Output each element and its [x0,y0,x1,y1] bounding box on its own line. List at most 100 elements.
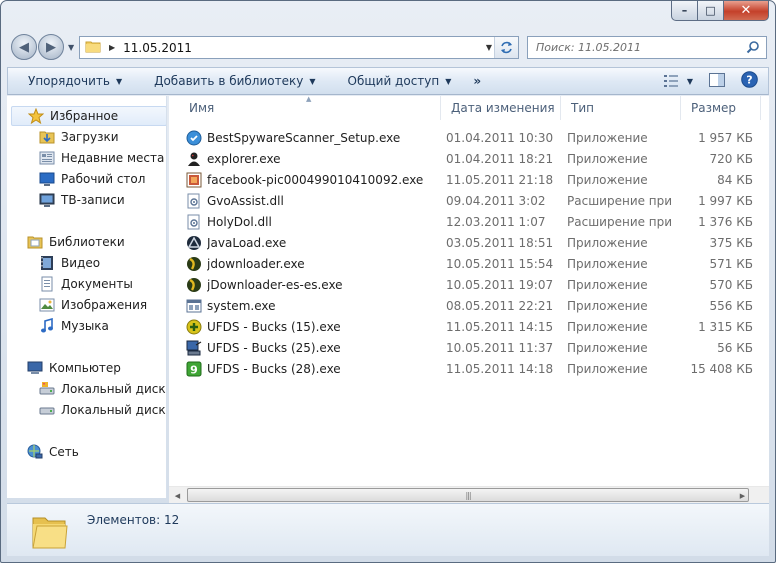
breadcrumb-chevron-icon[interactable]: ▶ [109,43,115,52]
sidebar-label: Рабочий стол [61,172,146,186]
sidebar-item-pictures[interactable]: Изображения [39,295,147,315]
file-size: 84 КБ [717,173,753,187]
file-row[interactable]: UFDS - Bucks (15).exe 11.05.2011 14:15 При… [183,317,759,338]
sidebar-item-libraries[interactable]: Библиотеки [27,232,125,252]
file-type: Приложение [567,173,648,187]
file-row[interactable]: jdownloader.exe 10.05.2011 15:54 Приложени… [183,254,759,275]
file-name: JavaLoad.exe [207,236,287,250]
column-header-date[interactable]: Дата изменения [441,96,561,120]
share-button[interactable]: Общий доступ ▼ [328,74,464,88]
address-history-dropdown[interactable]: ▼ [486,43,492,52]
file-row[interactable]: GvoAssist.dll 09.04.2011 3:02 Расширение п… [183,191,759,212]
help-button[interactable]: ? [741,71,758,91]
sidebar-item-local-disk-c[interactable]: Локальный диск (C [39,379,166,399]
file-name: UFDS - Bucks (15).exe [207,320,341,334]
sidebar-item-music[interactable]: Музыка [39,316,109,336]
computer-icon [186,340,202,356]
address-bar[interactable]: ▶ 11.05.2011 ▼ [79,36,519,59]
maximize-icon: □ [705,4,716,17]
arrow-left-icon: ◀ [19,39,29,55]
sidebar-item-network[interactable]: Сеть [27,442,79,462]
horizontal-scrollbar[interactable]: ◀ ||| ▶ [169,486,769,503]
column-header-size[interactable]: Размер [681,96,761,120]
caption-buttons: – □ ✕ [671,1,769,21]
file-row[interactable]: 9 UFDS - Bucks (28).exe 11.05.2011 14:18 Пр… [183,359,759,380]
file-row[interactable]: explorer.exe 01.04.2011 18:21 Приложение 72… [183,149,759,170]
scroll-left-icon[interactable]: ◀ [169,487,186,504]
downloads-folder-icon [39,129,55,145]
file-name: HolyDol.dll [207,215,272,229]
organize-button[interactable]: Упорядочить ▼ [8,74,134,88]
refresh-button[interactable] [494,37,518,58]
minimize-button[interactable]: – [671,1,698,21]
chevron-down-icon: ▼ [686,76,693,86]
preview-pane-icon [709,72,725,87]
scroll-thumb[interactable]: ||| [187,488,749,502]
file-row[interactable]: jDownloader-es-es.exe 10.05.2011 19:07 При… [183,275,759,296]
file-name: facebook-pic000499010410092.exe [207,173,424,187]
file-name: jdownloader.exe [207,257,305,271]
libraries-icon [27,234,43,250]
file-size: 15 408 КБ [690,362,753,376]
network-icon [27,444,43,460]
sidebar-label: Видео [61,256,101,270]
file-row[interactable]: system.exe 08.05.2011 22:21 Приложение 556 … [183,296,759,317]
file-row[interactable]: BestSpywareScanner_Setup.exe 01.04.2011 1… [183,128,759,149]
more-commands-button[interactable]: » [463,74,491,88]
command-bar: Упорядочить ▼ Добавить в библиотеку ▼ Общи… [7,67,769,95]
sidebar-item-video[interactable]: Видео [39,253,100,273]
navigation-bar: ◀ ▶ ▼ ▶ 11.05.2011 ▼ Поиск: 11.05.2011 [1,31,775,63]
sidebar-label: Компьютер [49,361,121,375]
file-type: Приложение [567,236,648,250]
refresh-icon [501,41,512,54]
pictures-icon [39,297,55,313]
address-path[interactable]: 11.05.2011 [123,41,192,55]
dll-icon [186,214,202,230]
file-row[interactable]: UFDS - Bucks (25).exe 10.05.2011 11:37 При… [183,338,759,359]
file-date-modified: 09.04.2011 3:02 [446,194,546,208]
file-name: system.exe [207,299,276,313]
change-view-button[interactable]: ▼ [663,74,693,88]
sidebar-item-computer[interactable]: Компьютер [27,358,121,378]
sidebar-item-documents[interactable]: Документы [39,274,133,294]
folder-icon [85,39,101,56]
add-to-library-button[interactable]: Добавить в библиотеку ▼ [134,74,327,88]
search-box[interactable]: Поиск: 11.05.2011 [527,36,767,59]
forward-button[interactable]: ▶ [38,34,64,60]
sidebar-item-downloads[interactable]: Загрузки [39,127,119,147]
file-row[interactable]: JavaLoad.exe 03.05.2011 18:51 Приложение 37… [183,233,759,254]
file-date-modified: 11.05.2011 14:15 [446,320,554,334]
file-row[interactable]: HolyDol.dll 12.03.2011 1:07 Расширение при… [183,212,759,233]
file-name: jDownloader-es-es.exe [207,278,343,292]
view-controls: ▼ ? [663,70,758,92]
file-size: 556 КБ [709,299,753,313]
sidebar-item-local-disk-d[interactable]: Локальный диск (D [39,400,166,420]
file-size: 1 315 КБ [698,320,753,334]
sidebar-label: Локальный диск (D [61,403,166,417]
sidebar-item-favorites[interactable]: Избранное [11,106,166,126]
sidebar-item-desktop[interactable]: Рабочий стол [39,169,145,189]
file-name: UFDS - Bucks (25).exe [207,341,341,355]
help-icon: ? [741,71,758,88]
globe-icon [186,277,202,293]
file-size: 1 957 КБ [698,131,753,145]
file-type: Приложение [567,362,648,376]
file-type: Расширение при... [567,194,673,208]
search-placeholder[interactable]: Поиск: 11.05.2011 [536,41,641,54]
file-row[interactable]: facebook-pic000499010410092.exe 11.05.201… [183,170,759,191]
back-button[interactable]: ◀ [11,34,37,60]
sidebar-item-tv-recordings[interactable]: ТВ-записи [39,190,125,210]
folder-icon [29,508,69,555]
svg-text:?: ? [746,74,752,87]
recent-pages-dropdown[interactable]: ▼ [68,43,74,52]
file-list: Имя ▲ Дата изменения Тип Размер BestSpyw… [169,95,769,498]
preview-pane-button[interactable] [709,72,725,90]
column-header-type[interactable]: Тип [561,96,681,120]
close-button[interactable]: ✕ [724,1,769,21]
maximize-button[interactable]: □ [698,1,724,21]
sidebar-label: Документы [61,277,133,291]
sidebar-item-recent-places[interactable]: Недавние места [39,148,164,168]
search-icon[interactable] [746,40,760,57]
scroll-right-icon[interactable]: ▶ [734,487,751,504]
sidebar-label: ТВ-записи [61,193,125,207]
